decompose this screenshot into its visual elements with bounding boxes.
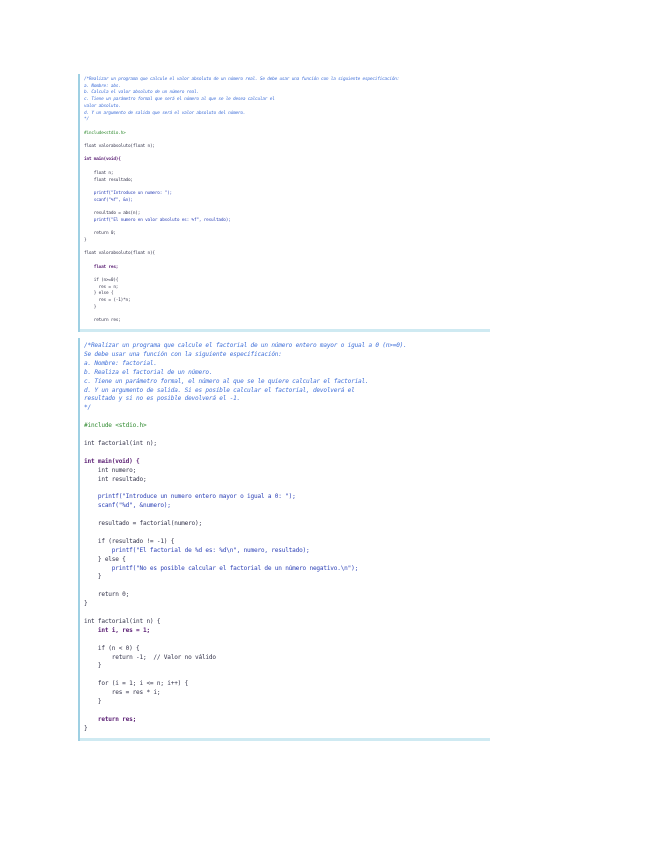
code-line: if (n < 0) { (84, 644, 140, 652)
code-line: float res; (84, 264, 119, 270)
code-line: printf("El factorial de %d es: %d\n", nu… (84, 546, 310, 554)
code-line: res = (-1)*n; (84, 298, 131, 304)
code-line: a. Nombre: abs. (84, 83, 121, 89)
code-line: b. Calcula el valor absoluto de un númer… (84, 90, 199, 96)
code-line: } (84, 724, 88, 732)
code-line: resultado y si no es posible devolverá e… (84, 395, 241, 403)
code-snippet-abs: /*Realizar un programa que calcule el va… (78, 74, 490, 332)
code-line: int resultado; (84, 475, 147, 483)
code-line: } (84, 573, 102, 581)
code-line: } (84, 304, 97, 310)
code-line: } (84, 237, 87, 243)
code-line: c. Tiene un parámetro formal que será el… (84, 97, 275, 103)
code-line: } (84, 698, 102, 705)
code-line: scanf("%d", &numero); (84, 502, 171, 510)
code-line: */ (84, 117, 89, 123)
code-line: return res; (84, 715, 137, 723)
code-line: float valorabsoluto(float n){ (84, 251, 155, 257)
code-line: resultado = factorial(numero); (84, 520, 202, 527)
code-line: d. Y un argumento de salida. Si es posib… (84, 386, 355, 394)
code-line: printf("Introduce un numero entero mayor… (84, 493, 296, 501)
code-line: int factorial(int n); (84, 439, 157, 447)
code-line: */ (84, 404, 91, 412)
panel-divider (80, 738, 490, 741)
code-line: int numero; (84, 466, 137, 474)
code-line: res = res * i; (84, 689, 161, 697)
panel-divider (80, 329, 490, 332)
code-line: b. Realiza el factorial de un número. (84, 368, 213, 376)
code-line: a. Nombre: factorial. (84, 359, 157, 367)
code-line: return -1; // Valor no válido (84, 653, 216, 661)
code-line: } (84, 662, 102, 670)
code-line: int factorial(int n) { (84, 617, 161, 625)
code-line: #include<stdio.h> (84, 130, 126, 136)
code-line: } (84, 600, 88, 608)
code-line: } else { (84, 291, 114, 297)
code-line: float valorabsoluto(float n); (84, 144, 155, 149)
code-line: /*Realizar un programa que calcule el va… (84, 77, 400, 82)
code-line: printf("No es posible calcular el factor… (84, 564, 359, 572)
code-line: if (resultado != -1) { (84, 537, 175, 545)
code-line: } else { (84, 555, 126, 563)
code-line: int main(void){ (84, 157, 121, 163)
code-line: printf("Introduce un numero: "); (84, 190, 172, 196)
code-line: d. Y un argumento de salida que será el … (84, 110, 246, 116)
code-line: resultado = abs(n); (84, 211, 141, 216)
code-line: valor absoluto. (84, 103, 121, 109)
code-line: int main(void) { (84, 457, 140, 465)
code-line: c. Tiene un parámetro formal, el número … (84, 377, 369, 385)
code-line: if (n>=0){ (84, 278, 119, 283)
code-line: scanf("%f", &n); (84, 197, 133, 203)
code-line: return res; (84, 318, 121, 324)
code-line: for (i = 1; i <= n; i++) { (84, 680, 189, 688)
code-line: float resultado; (84, 177, 133, 183)
code-line: return 0; (84, 591, 130, 599)
code-snippet-factorial: /*Realizar un programa que calcule el fa… (78, 338, 490, 741)
code-line: /*Realizar un programa que calcule el fa… (84, 342, 407, 349)
code-line: printf("El numero en valor absoluto es: … (84, 217, 231, 223)
code-line: res = n; (84, 284, 119, 290)
code-line: #include <stdio.h> (84, 422, 147, 430)
code-line: float n; (84, 170, 114, 176)
code-line: return 0; (84, 231, 116, 237)
code-line: Se debe usar una función con la siguient… (84, 350, 282, 358)
code-line: int i, res = 1; (84, 626, 150, 634)
